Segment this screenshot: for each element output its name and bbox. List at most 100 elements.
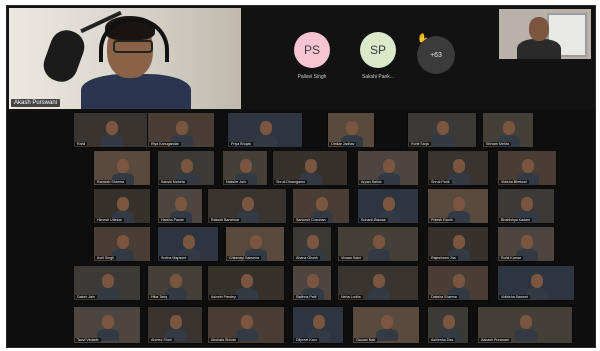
participant-video-tile[interactable]: Rakshit Banshkar <box>207 188 287 224</box>
speaker-strip: Akash Purswani PS Pallavi Singh SP Saksh… <box>7 6 595 110</box>
participant-head <box>241 315 253 329</box>
participant-head <box>503 121 515 135</box>
participant-name-tag: Rakshit Banshkar <box>209 218 242 222</box>
participant-head <box>531 274 543 288</box>
avatar-name: Pallavi Singh <box>297 74 327 80</box>
participant-head <box>383 159 395 173</box>
participant-video-tile[interactable]: Sadhna Patil <box>292 265 332 301</box>
participant-video-tile[interactable]: Tanvi Vedade <box>73 306 141 344</box>
participant-video-tile[interactable]: Rajeshwari Jha <box>427 226 489 262</box>
participant-avatar-ps[interactable]: PS Pallavi Singh <box>277 32 347 80</box>
participant-name-tag: Himesh Uttekar <box>95 218 124 222</box>
participant-video-tile[interactable]: Avril Singh <box>93 226 151 262</box>
participant-name-tag: Shivam Mehta <box>484 142 511 146</box>
participant-video-tile[interactable]: Ahana Ghosh <box>292 226 332 262</box>
participant-head <box>117 159 129 173</box>
participant-name-tag: Vidhisha Sawant <box>499 295 530 299</box>
participant-video-tile[interactable]: Harsha Pawar <box>157 188 203 224</box>
host-video-tile[interactable]: Akash Purswani <box>9 8 241 109</box>
participant-video-tile[interactable]: Priya Bhojak <box>227 112 303 148</box>
participant-name-tag: Daksha Sharma <box>429 295 459 299</box>
participant-video-tile[interactable]: Shruti Parik <box>427 150 489 186</box>
participant-video-tile[interactable]: Shivam Mehta <box>482 112 534 148</box>
participant-head <box>373 235 385 249</box>
participant-video-tile[interactable]: Suhanit Biswas <box>357 188 419 224</box>
participant-name-tag: Shruti Dhamgamo <box>274 180 307 184</box>
participant-video-tile[interactable]: Ramesh Sharma <box>93 150 151 186</box>
participant-name-tag: Akshata Shinde <box>209 338 239 342</box>
participant-name-tag: Rohit Sarja <box>409 142 431 146</box>
participant-name-tag: Harsha Pawar <box>159 218 186 222</box>
participant-name-tag: Ashlesha Das <box>429 338 456 342</box>
participant-video-tile[interactable]: Rohit Sarja <box>407 112 477 148</box>
participant-head <box>453 274 465 288</box>
participant-video-tile[interactable]: Vidisha Bhetwal <box>497 150 557 186</box>
participant-head <box>521 197 533 211</box>
participant-name-tag: Suhanit Biswas <box>359 218 388 222</box>
participant-video-tile-right[interactable] <box>499 9 591 59</box>
participant-name-tag: Sakshi Maheta <box>159 180 187 184</box>
participant-name-tag: Sneha Mapsore <box>159 256 189 260</box>
participant-video-tile[interactable]: Nakshe Jain <box>222 150 268 186</box>
participant-avatar-sp[interactable]: SP Sakshi Pank... <box>343 32 413 80</box>
participant-name-tag: Rajeshwari Jha <box>429 256 458 260</box>
participant-name-tag: Rahil <box>75 142 88 146</box>
participant-video-tile[interactable]: Hiba Tariq <box>147 265 203 301</box>
participant-video-tile[interactable]: Chinmayi Saksena <box>225 226 285 262</box>
participant-video-tile[interactable]: Ashlesha Das <box>427 306 469 344</box>
participant-name-tag: Chinmayi Saksena <box>227 256 261 260</box>
participant-video-tile[interactable]: Ashwin Pandey <box>207 265 285 301</box>
participant-name-tag: Ashwin Pandey <box>209 295 238 299</box>
participant-video-tile[interactable]: Ahmed Shah <box>147 306 203 344</box>
participant-head <box>529 17 549 41</box>
participant-video-tile[interactable]: Aakash Purswani <box>477 306 573 344</box>
participant-name-tag: Sadhna Patil <box>294 295 319 299</box>
more-participants-button[interactable]: +63 <box>417 36 455 74</box>
participant-head <box>443 315 455 329</box>
participant-video-tile[interactable]: Bhabishya Kadam <box>497 188 555 224</box>
host-name-tag: Akash Purswani <box>11 99 61 107</box>
participant-torso <box>432 135 454 147</box>
participant-video-tile[interactable]: Gaurav Nair <box>352 306 420 344</box>
participant-video-tile[interactable]: Vivaan Saini <box>337 226 419 262</box>
participant-name-tag: Tanvi Vedade <box>75 338 101 342</box>
participant-head <box>102 315 114 329</box>
participant-head <box>316 197 328 211</box>
participant-video-tile[interactable]: Daksh Jain <box>73 265 141 301</box>
participant-name-tag: Ramesh Sharma <box>95 180 126 184</box>
participant-name-tag: Ahana Ghosh <box>294 256 320 260</box>
participant-torso <box>97 288 119 300</box>
participant-name-tag: Ahmed Shah <box>149 338 174 342</box>
participant-video-tile[interactable]: Omkar Jadhav <box>327 112 375 148</box>
participant-head <box>250 235 262 249</box>
participant-torso <box>101 135 123 147</box>
participant-head <box>241 274 253 288</box>
participant-video-tile[interactable]: Pritesh Rauth <box>427 188 489 224</box>
participant-head <box>522 159 534 173</box>
participant-video-tile[interactable]: Riya Kanugandar <box>147 112 215 148</box>
participant-video-tile[interactable]: Rahil <box>73 112 149 148</box>
participant-video-tile[interactable]: Dilpreet Kaur <box>292 306 344 344</box>
participant-name-tag: Priya Bhojak <box>229 142 254 146</box>
participant-name-tag: Nakshe Jain <box>224 180 248 184</box>
participant-head <box>102 274 114 288</box>
participant-name-tag: Gaurav Nair <box>354 338 378 342</box>
participant-video-tile[interactable]: Shruti Dhamgamo <box>272 150 348 186</box>
participant-head <box>307 235 319 249</box>
participant-video-tile[interactable]: Vidhisha Sawant <box>497 265 575 301</box>
participant-head <box>242 197 254 211</box>
participant-torso <box>368 249 390 261</box>
participant-video-tile[interactable]: Sakshi Maheta <box>157 150 215 186</box>
participant-head <box>307 274 319 288</box>
participant-video-tile[interactable]: Himesh Uttekar <box>93 188 151 224</box>
participant-video-tile[interactable]: Arpan Sainie <box>357 150 419 186</box>
participant-video-tile[interactable]: Neha Lodha <box>337 265 419 301</box>
participant-video-tile[interactable]: Akshata Shinde <box>207 306 285 344</box>
participant-video-tile[interactable]: Rohit Kumar <box>497 226 555 262</box>
participant-video-tile[interactable]: Sankesh Chauhan <box>292 188 350 224</box>
participant-video-tile[interactable]: Daksha Sharma <box>427 265 489 301</box>
participant-head <box>453 197 465 211</box>
participant-head <box>313 315 325 329</box>
participant-name-tag: Vidisha Bhetwal <box>499 180 529 184</box>
participant-video-tile[interactable]: Sneha Mapsore <box>157 226 219 262</box>
